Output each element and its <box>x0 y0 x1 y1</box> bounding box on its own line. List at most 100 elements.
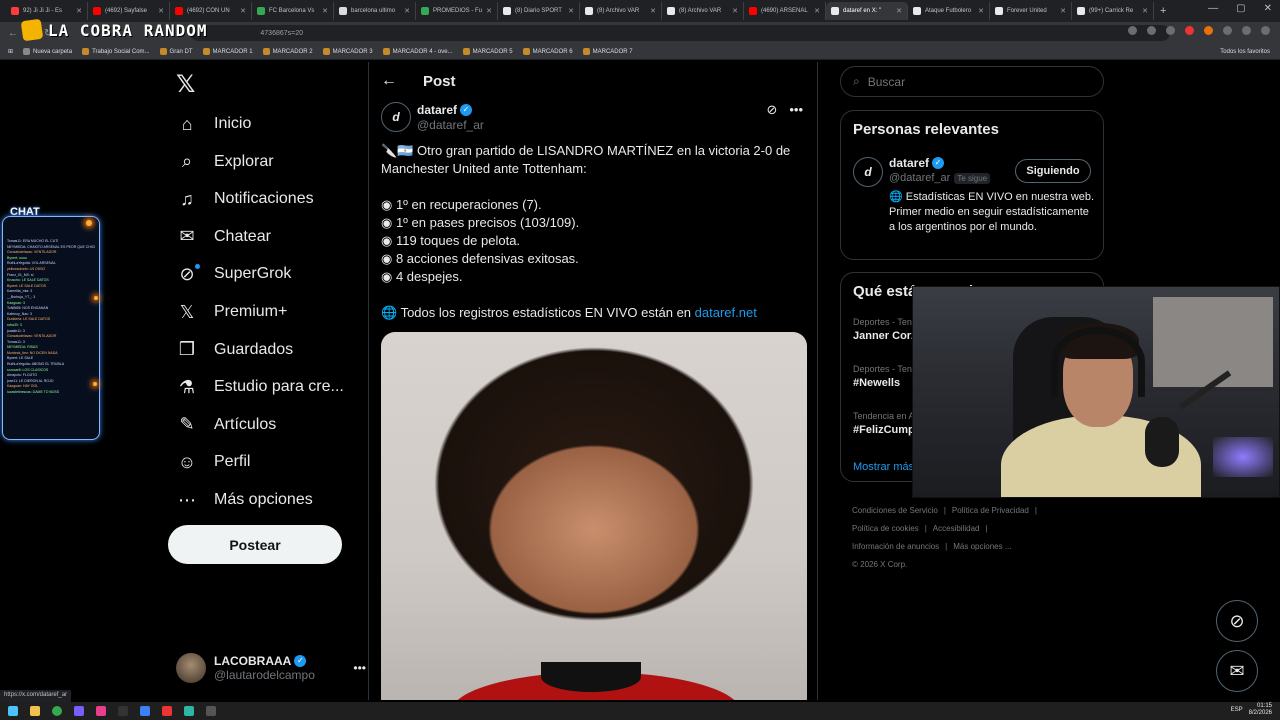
footer-link[interactable]: Condiciones de Servicio <box>852 506 938 515</box>
bookmark-item[interactable]: MARCADOR 6 <box>522 48 573 55</box>
minimize-icon[interactable]: — <box>1208 3 1218 14</box>
apps-grid-icon[interactable]: ⊞ <box>8 48 13 55</box>
nav-item-articulos[interactable]: ✎ Artículos <box>176 406 276 444</box>
footer-link[interactable]: Información de anuncios <box>852 542 939 551</box>
tab-close-icon[interactable]: ✕ <box>486 7 492 15</box>
nav-item-explorar[interactable]: ⌕ Explorar <box>176 143 274 181</box>
more-horizontal-icon[interactable]: ••• <box>789 102 803 118</box>
nav-item-guardados[interactable]: ❒ Guardados <box>176 331 293 369</box>
relevant-avatar[interactable]: d <box>853 157 883 187</box>
tab-close-icon[interactable]: ✕ <box>1142 7 1148 15</box>
post-link[interactable]: dataref.net <box>695 305 757 320</box>
bookmark-item[interactable]: Gran DT <box>159 48 193 55</box>
bookmark-item[interactable]: MARCADOR 2 <box>262 48 313 55</box>
x-logo-icon[interactable]: 𝕏 <box>176 70 195 99</box>
browser-tab[interactable]: (99+) Carrick Re ✕ <box>1072 2 1154 20</box>
app-icon[interactable] <box>74 706 84 716</box>
puzzle-icon[interactable] <box>1223 26 1232 35</box>
install-icon[interactable] <box>1147 26 1156 35</box>
tab-close-icon[interactable]: ✕ <box>1060 7 1066 15</box>
footer-link[interactable]: Política de cookies <box>852 524 919 533</box>
nav-item-perfil[interactable]: ☺ Perfil <box>176 443 251 481</box>
app-icon[interactable] <box>206 706 216 716</box>
app-icon[interactable] <box>96 706 106 716</box>
nav-item-mas-opciones[interactable]: ⋯ Más opciones <box>176 481 313 519</box>
app-icon[interactable] <box>140 706 150 716</box>
tab-close-icon[interactable]: ✕ <box>732 7 738 15</box>
clock[interactable]: 01:15 8/2/2026 <box>1249 703 1272 717</box>
browser-tab[interactable]: (8) Diario SPORT ✕ <box>498 2 580 20</box>
tab-close-icon[interactable]: ✕ <box>896 7 902 15</box>
tab-close-icon[interactable]: ✕ <box>650 7 656 15</box>
browser-tab[interactable]: Forever United ✕ <box>990 2 1072 20</box>
new-tab-button[interactable]: + <box>1160 5 1166 17</box>
messages-fab-button[interactable]: ✉ <box>1216 650 1258 692</box>
back-arrow-icon[interactable]: ← <box>8 28 18 39</box>
app-icon[interactable] <box>184 706 194 716</box>
extension-icon[interactable] <box>1185 26 1194 35</box>
tab-close-icon[interactable]: ✕ <box>322 7 328 15</box>
zoom-icon[interactable] <box>1128 26 1137 35</box>
url-field[interactable]: 4736867s=20 <box>190 25 1171 41</box>
tab-close-icon[interactable]: ✕ <box>158 7 164 15</box>
browser-tab[interactable]: barcelona ultimo ✕ <box>334 2 416 20</box>
browser-tab[interactable]: (8) Archivo VAR ✕ <box>662 2 744 20</box>
author-avatar[interactable]: d <box>381 102 411 132</box>
bookmark-star-icon[interactable] <box>1166 26 1175 35</box>
post-button[interactable]: Postear <box>168 525 342 564</box>
language-indicator[interactable]: ESP <box>1231 707 1243 713</box>
grok-icon[interactable]: ⊘ <box>766 102 777 118</box>
nav-item-inicio[interactable]: ⌂ Inicio <box>176 105 252 143</box>
tab-close-icon[interactable]: ✕ <box>814 7 820 15</box>
footer-link[interactable]: Accesibilidad <box>933 524 980 533</box>
relevant-name[interactable]: dataref <box>889 156 929 170</box>
browser-tab[interactable]: dataref en X: " ✕ <box>826 2 908 20</box>
browser-tab[interactable]: (4690) ARSENAL ✕ <box>744 2 826 20</box>
post-author[interactable]: d dataref ✓ @dataref_ar <box>381 102 484 132</box>
nav-item-estudio[interactable]: ⚗ Estudio para cre... <box>176 368 344 406</box>
app-icon[interactable] <box>118 706 128 716</box>
back-arrow-icon[interactable]: ← <box>381 72 401 90</box>
extension-icon[interactable] <box>1204 26 1213 35</box>
nav-item-chatear[interactable]: ✉ Chatear <box>176 218 270 256</box>
footer-link[interactable]: Política de Privacidad <box>952 506 1029 515</box>
footer-link[interactable]: Más opciones ... <box>953 542 1011 551</box>
more-horizontal-icon[interactable]: ••• <box>353 661 366 675</box>
nav-item-notificaciones[interactable]: ♫ Notificaciones <box>176 180 313 218</box>
author-name[interactable]: dataref <box>417 103 457 117</box>
windows-start-icon[interactable] <box>8 706 18 716</box>
nav-item-supergrok[interactable]: ⊘ SuperGrok <box>176 255 291 293</box>
close-window-icon[interactable]: ✕ <box>1264 3 1272 14</box>
search-input[interactable]: ⌕ Buscar <box>840 66 1104 97</box>
bookmark-item[interactable]: Nueva carpeta <box>23 48 72 55</box>
maximize-icon[interactable]: ▢ <box>1236 3 1245 14</box>
browser-tab[interactable]: (8) Archivo VAR ✕ <box>580 2 662 20</box>
browser-tab[interactable]: FC Barcelona Vs ✕ <box>252 2 334 20</box>
chrome-icon[interactable] <box>52 706 62 716</box>
menu-dots-icon[interactable] <box>1261 26 1270 35</box>
file-explorer-icon[interactable] <box>30 706 40 716</box>
tab-close-icon[interactable]: ✕ <box>76 7 82 15</box>
all-favorites-link[interactable]: Todos los favoritos <box>1220 49 1270 55</box>
bookmark-item[interactable]: MARCADOR 5 <box>462 48 513 55</box>
app-icon[interactable] <box>162 706 172 716</box>
bookmark-item[interactable]: Trabajo Social Com... <box>82 48 150 55</box>
bookmark-item[interactable]: MARCADOR 7 <box>582 48 633 55</box>
browser-tab[interactable]: (4692) CON UN ✕ <box>170 2 252 20</box>
tab-close-icon[interactable]: ✕ <box>404 7 410 15</box>
browser-tab[interactable]: 92) Ji Ji Ji - Es ✕ <box>6 2 88 20</box>
following-button[interactable]: Siguiendo <box>1015 159 1091 183</box>
post-image[interactable] <box>381 332 807 700</box>
tab-close-icon[interactable]: ✕ <box>240 7 246 15</box>
bookmark-item[interactable]: MARCADOR 4 - ove... <box>382 48 453 55</box>
profile-icon[interactable] <box>1242 26 1251 35</box>
bookmark-item[interactable]: MARCADOR 3 <box>322 48 373 55</box>
browser-tab[interactable]: Ataque Futbolero ✕ <box>908 2 990 20</box>
grok-fab-button[interactable]: ⊘ <box>1216 600 1258 642</box>
account-switcher[interactable]: LACOBRAAA ✓ @lautarodelcampo ••• <box>176 648 366 688</box>
tab-close-icon[interactable]: ✕ <box>568 7 574 15</box>
tab-close-icon[interactable]: ✕ <box>978 7 984 15</box>
browser-tab[interactable]: PROMEDIOS - Fu ✕ <box>416 2 498 20</box>
show-more-link[interactable]: Mostrar más <box>853 461 914 473</box>
browser-tab[interactable]: (4692) Sayfalse ✕ <box>88 2 170 20</box>
